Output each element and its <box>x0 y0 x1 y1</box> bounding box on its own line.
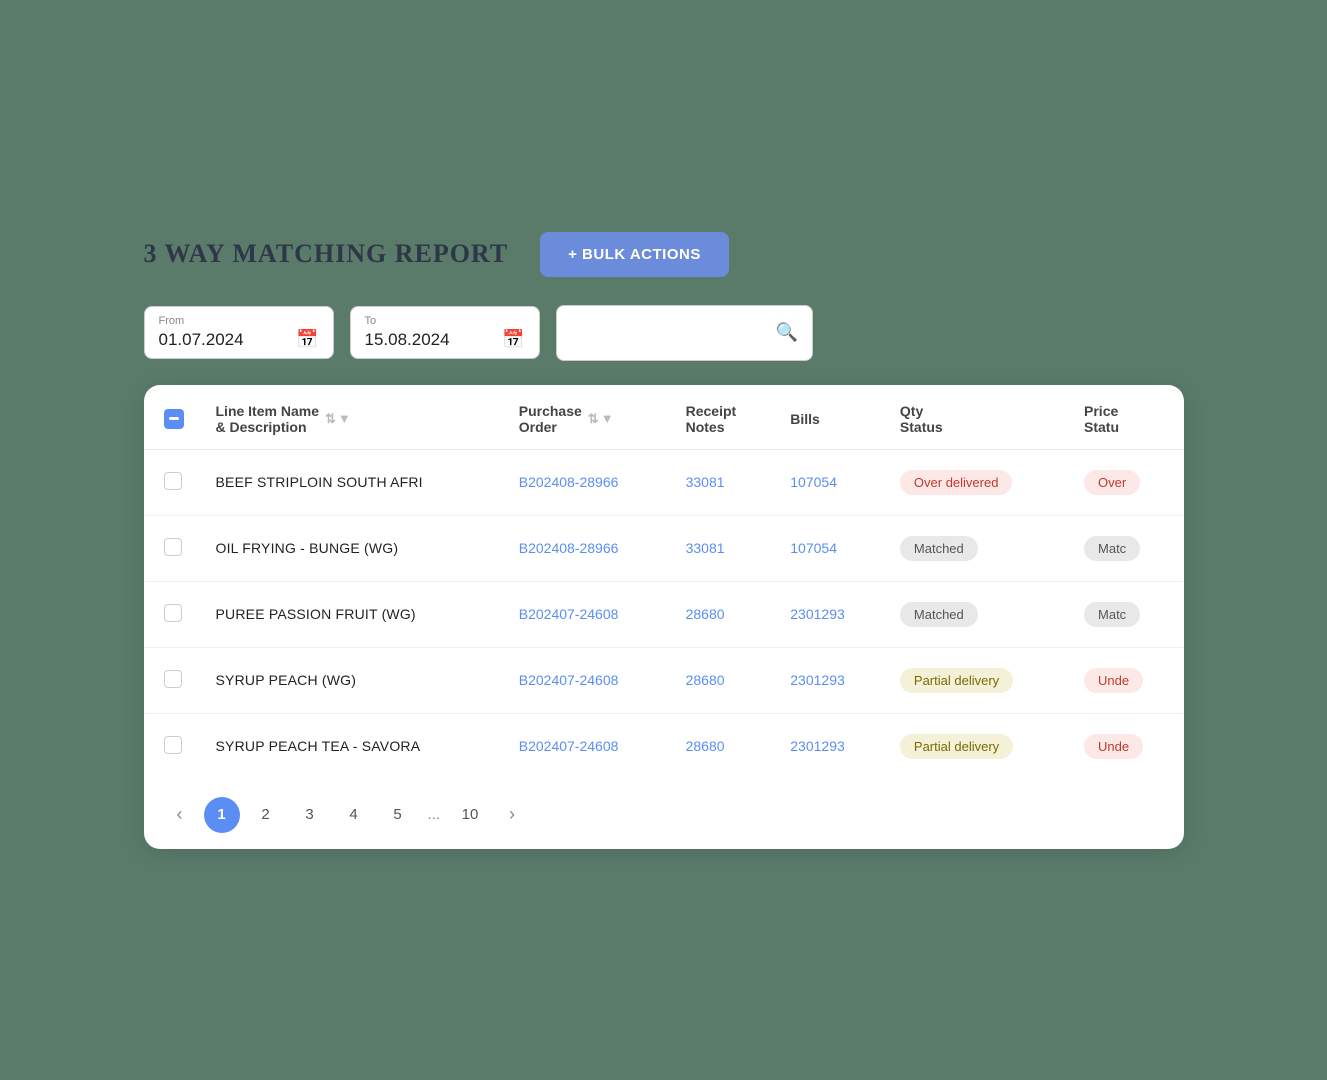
row-line-item: SYRUP PEACH TEA - SAVORA <box>200 713 503 779</box>
row-bills[interactable]: 107054 <box>774 515 884 581</box>
row-checkbox-cell[interactable] <box>144 713 200 779</box>
row-qty-status: Partial delivery <box>884 647 1068 713</box>
page-title: 3 WAY MATCHING REPORT <box>144 239 509 269</box>
line-item-filter-icons[interactable]: ⇅ ▼ <box>325 411 351 427</box>
to-date-label: To <box>365 315 525 327</box>
row-checkbox[interactable] <box>164 736 182 754</box>
next-page-button[interactable]: › <box>496 799 528 831</box>
price-status-badge: Matc <box>1084 602 1140 627</box>
row-price-status: Matc <box>1068 515 1183 581</box>
to-calendar-icon: 📅 <box>502 329 524 350</box>
row-purchase-order[interactable]: B202408-28966 <box>503 515 670 581</box>
row-price-status: Over <box>1068 449 1183 515</box>
to-date-value: 15.08.2024 <box>365 330 450 350</box>
po-filter-icon[interactable]: ▼ <box>601 411 614 426</box>
row-line-item: BEEF STRIPLOIN SOUTH AFRI <box>200 449 503 515</box>
col-header-price-status: PriceStatu <box>1068 385 1183 450</box>
row-bills[interactable]: 2301293 <box>774 581 884 647</box>
row-price-status: Unde <box>1068 647 1183 713</box>
row-qty-status: Partial delivery <box>884 713 1068 779</box>
page-3-button[interactable]: 3 <box>292 797 328 833</box>
qty-status-badge: Over delivered <box>900 470 1013 495</box>
pagination: ‹ 1 2 3 4 5 ... 10 › <box>144 779 1184 841</box>
pagination-ellipsis: ... <box>424 806 445 823</box>
table-card: Line Item Name& Description ⇅ ▼ Purchase… <box>144 385 1184 849</box>
po-filter-icons[interactable]: ⇅ ▼ <box>588 411 614 427</box>
filter-icon[interactable]: ▼ <box>338 411 351 426</box>
col-header-line-item: Line Item Name& Description ⇅ ▼ <box>200 385 503 450</box>
row-checkbox[interactable] <box>164 670 182 688</box>
page-1-button[interactable]: 1 <box>204 797 240 833</box>
price-status-badge: Over <box>1084 470 1140 495</box>
row-receipt-notes[interactable]: 28680 <box>670 581 775 647</box>
table-row: PUREE PASSION FRUIT (WG) B202407-24608 2… <box>144 581 1184 647</box>
checkbox-dash <box>169 417 179 420</box>
search-icon: 🔍 <box>776 322 798 343</box>
select-all-checkbox[interactable] <box>164 409 184 429</box>
page-10-button[interactable]: 10 <box>452 797 488 833</box>
prev-page-button[interactable]: ‹ <box>164 799 196 831</box>
row-price-status: Matc <box>1068 581 1183 647</box>
table-row: SYRUP PEACH (WG) B202407-24608 28680 230… <box>144 647 1184 713</box>
page-2-button[interactable]: 2 <box>248 797 284 833</box>
qty-status-badge: Partial delivery <box>900 668 1013 693</box>
to-date-input[interactable]: To 15.08.2024 📅 <box>350 306 540 359</box>
row-qty-status: Matched <box>884 515 1068 581</box>
row-receipt-notes[interactable]: 33081 <box>670 515 775 581</box>
from-date-label: From <box>159 315 319 327</box>
qty-status-badge: Matched <box>900 602 978 627</box>
row-qty-status: Matched <box>884 581 1068 647</box>
bulk-actions-button[interactable]: + BULK ACTIONS <box>540 232 729 277</box>
row-receipt-notes[interactable]: 28680 <box>670 647 775 713</box>
qty-status-badge: Matched <box>900 536 978 561</box>
row-qty-status: Over delivered <box>884 449 1068 515</box>
row-purchase-order[interactable]: B202407-24608 <box>503 647 670 713</box>
from-calendar-icon: 📅 <box>296 329 318 350</box>
search-input[interactable] <box>571 324 770 341</box>
po-sort-icon[interactable]: ⇅ <box>588 411 599 427</box>
table-row: BEEF STRIPLOIN SOUTH AFRI B202408-28966 … <box>144 449 1184 515</box>
page-4-button[interactable]: 4 <box>336 797 372 833</box>
row-bills[interactable]: 2301293 <box>774 713 884 779</box>
row-checkbox-cell[interactable] <box>144 449 200 515</box>
row-purchase-order[interactable]: B202407-24608 <box>503 581 670 647</box>
row-line-item: OIL FRYING - BUNGE (WG) <box>200 515 503 581</box>
col-header-qty-status: QtyStatus <box>884 385 1068 450</box>
header-checkbox-cell[interactable] <box>144 385 200 450</box>
matching-table: Line Item Name& Description ⇅ ▼ Purchase… <box>144 385 1184 779</box>
row-line-item: SYRUP PEACH (WG) <box>200 647 503 713</box>
row-purchase-order[interactable]: B202407-24608 <box>503 713 670 779</box>
row-checkbox[interactable] <box>164 538 182 556</box>
table-row: SYRUP PEACH TEA - SAVORA B202407-24608 2… <box>144 713 1184 779</box>
row-checkbox-cell[interactable] <box>144 515 200 581</box>
from-date-input[interactable]: From 01.07.2024 📅 <box>144 306 334 359</box>
from-date-value: 01.07.2024 <box>159 330 244 350</box>
row-checkbox[interactable] <box>164 472 182 490</box>
col-header-purchase-order: PurchaseOrder ⇅ ▼ <box>503 385 670 450</box>
row-receipt-notes[interactable]: 28680 <box>670 713 775 779</box>
page-5-button[interactable]: 5 <box>380 797 416 833</box>
sort-icon[interactable]: ⇅ <box>325 411 336 427</box>
price-status-badge: Matc <box>1084 536 1140 561</box>
row-checkbox-cell[interactable] <box>144 647 200 713</box>
row-purchase-order[interactable]: B202408-28966 <box>503 449 670 515</box>
row-checkbox[interactable] <box>164 604 182 622</box>
col-header-receipt-notes: ReceiptNotes <box>670 385 775 450</box>
row-line-item: PUREE PASSION FRUIT (WG) <box>200 581 503 647</box>
row-price-status: Unde <box>1068 713 1183 779</box>
row-bills[interactable]: 107054 <box>774 449 884 515</box>
row-checkbox-cell[interactable] <box>144 581 200 647</box>
row-receipt-notes[interactable]: 33081 <box>670 449 775 515</box>
row-bills[interactable]: 2301293 <box>774 647 884 713</box>
price-status-badge: Unde <box>1084 734 1143 759</box>
table-row: OIL FRYING - BUNGE (WG) B202408-28966 33… <box>144 515 1184 581</box>
col-header-bills: Bills <box>774 385 884 450</box>
search-box[interactable]: 🔍 <box>556 305 813 361</box>
price-status-badge: Unde <box>1084 668 1143 693</box>
qty-status-badge: Partial delivery <box>900 734 1013 759</box>
